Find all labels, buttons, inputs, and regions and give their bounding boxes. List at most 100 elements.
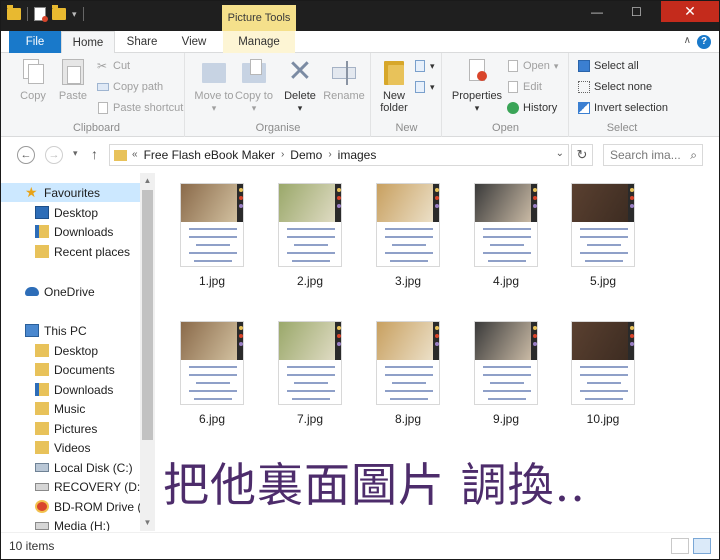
nav-item-downloads[interactable]: Downloads [1, 222, 141, 241]
clipboard-group-label: Clipboard [72, 122, 121, 134]
address-history-dropdown[interactable]: ⌄ [556, 148, 564, 159]
move-to-button[interactable]: Move to ▾ [194, 57, 234, 114]
nav-item-music[interactable]: Music [1, 399, 141, 418]
large-icons-view-button[interactable] [693, 538, 711, 554]
breadcrumb-separator-icon[interactable]: › [281, 145, 284, 165]
file-name: 3.jpg [394, 274, 422, 288]
file-item[interactable]: 8.jpg [368, 321, 448, 426]
forward-button[interactable]: → [45, 146, 63, 164]
history-icon [507, 102, 519, 114]
tab-manage[interactable]: Manage [223, 31, 295, 53]
file-item[interactable]: 9.jpg [466, 321, 546, 426]
address-bar[interactable]: « Free Flash eBook Maker › Demo › images… [109, 144, 569, 166]
up-button[interactable]: ↑ [91, 146, 98, 162]
nav-item-pc-downloads[interactable]: Downloads [1, 380, 141, 399]
customize-qat-icon[interactable]: ▾ [72, 9, 77, 20]
breadcrumb-item[interactable]: Free Flash eBook Maker [144, 145, 275, 165]
scroll-down-icon[interactable]: ▼ [140, 515, 155, 531]
delete-button[interactable]: ✕ Delete ▾ [280, 57, 320, 114]
tab-share[interactable]: Share [117, 31, 167, 53]
image-thumbnail [180, 321, 244, 405]
bd-rom-icon [35, 500, 49, 513]
rename-button[interactable]: Rename [322, 57, 366, 102]
tab-view[interactable]: View [169, 31, 219, 53]
file-item[interactable]: 1.jpg [172, 183, 252, 288]
select-group-label: Select [606, 122, 638, 134]
nav-item-pc-desktop[interactable]: Desktop [1, 341, 141, 360]
edit-button[interactable]: Edit [507, 78, 542, 96]
quick-access-toolbar: ▾ [7, 5, 84, 22]
nav-item-media-h[interactable]: Media (H:) [1, 516, 141, 531]
new-folder-qat-icon[interactable] [52, 5, 66, 20]
nav-item-documents[interactable]: Documents [1, 360, 141, 379]
ribbon: Copy Paste ✂ Cut Copy path Paste shortcu… [1, 53, 719, 137]
paste-button[interactable]: Paste [53, 57, 93, 102]
nav-item-favourites[interactable]: ★ Favourites [1, 183, 141, 202]
help-icon[interactable]: ? [697, 35, 711, 49]
nav-item-recent-places[interactable]: Recent places [1, 242, 141, 261]
organise-group: Move to ▾ Copy to ▾ ✕ Delete ▾ Rename Or… [186, 53, 371, 137]
breadcrumb-item[interactable]: images [338, 145, 377, 165]
status-bar: 10 items [1, 532, 719, 559]
refresh-button[interactable]: ↻ [571, 144, 593, 166]
nav-item-desktop[interactable]: Desktop [1, 203, 141, 222]
nav-item-this-pc[interactable]: This PC [1, 321, 141, 340]
copy-path-button[interactable]: Copy path [97, 78, 163, 96]
new-folder-button[interactable]: New folder [374, 57, 414, 114]
clipboard-group: Copy Paste ✂ Cut Copy path Paste shortcu… [9, 53, 185, 137]
tab-home[interactable]: Home [61, 31, 115, 54]
file-item[interactable]: 7.jpg [270, 321, 350, 426]
breadcrumb-overflow[interactable]: « [132, 145, 138, 165]
breadcrumb-item[interactable]: Demo [290, 145, 322, 165]
file-item[interactable]: 10.jpg [563, 321, 643, 426]
scroll-up-icon[interactable]: ▲ [140, 173, 155, 189]
search-input[interactable]: Search ima... ⌕ [603, 144, 703, 166]
image-thumbnail [376, 321, 440, 405]
copy-button[interactable]: Copy [13, 57, 53, 102]
select-none-button[interactable]: Select none [578, 78, 652, 96]
file-item[interactable]: 3.jpg [368, 183, 448, 288]
file-name: 9.jpg [492, 412, 520, 426]
nav-item-local-disk-c[interactable]: Local Disk (C:) [1, 458, 141, 477]
videos-icon [35, 441, 49, 454]
local-disk-icon [35, 463, 49, 472]
breadcrumb-separator-icon[interactable]: › [328, 145, 331, 165]
nav-item-bd-rom-f[interactable]: BD-ROM Drive (F [1, 497, 141, 516]
open-icon [507, 60, 519, 72]
search-placeholder: Search ima... [610, 148, 681, 162]
copy-to-button[interactable]: Copy to ▾ [234, 57, 274, 114]
paste-shortcut-button[interactable]: Paste shortcut [97, 99, 183, 117]
file-item[interactable]: 6.jpg [172, 321, 252, 426]
close-button[interactable]: ✕ [661, 1, 719, 22]
nav-item-pictures[interactable]: Pictures [1, 419, 141, 438]
back-button[interactable]: ← [17, 146, 35, 164]
select-all-button[interactable]: Select all [578, 57, 639, 75]
easy-access-button[interactable]: ▾ [414, 78, 435, 96]
scroll-thumb[interactable] [142, 190, 153, 440]
new-group-label: New [395, 122, 418, 134]
maximize-button[interactable]: ☐ [631, 5, 642, 19]
minimize-button[interactable]: — [591, 5, 603, 19]
tab-file[interactable]: File [9, 31, 61, 53]
nav-item-onedrive[interactable]: OneDrive [1, 282, 141, 301]
open-group-label: Open [492, 122, 519, 134]
properties-qat-icon[interactable] [34, 7, 48, 22]
file-item[interactable]: 5.jpg [563, 183, 643, 288]
file-item[interactable]: 4.jpg [466, 183, 546, 288]
copy-path-icon [97, 81, 109, 93]
nav-item-recovery-d[interactable]: RECOVERY (D:) [1, 477, 141, 496]
open-button[interactable]: Open ▾ [507, 57, 558, 75]
new-item-button[interactable]: ▾ [414, 57, 435, 75]
recent-locations-dropdown[interactable]: ▾ [73, 148, 78, 159]
drive-icon [35, 521, 49, 530]
collapse-ribbon-icon[interactable]: ∧ [684, 35, 691, 46]
cut-button[interactable]: ✂ Cut [97, 57, 130, 75]
select-none-icon [578, 81, 590, 93]
invert-selection-button[interactable]: Invert selection [578, 99, 668, 117]
nav-item-videos[interactable]: Videos [1, 438, 141, 457]
properties-button[interactable]: Properties ▾ [449, 57, 505, 114]
details-view-button[interactable] [671, 538, 689, 554]
file-item[interactable]: 2.jpg [270, 183, 350, 288]
history-button[interactable]: History [507, 99, 557, 117]
nav-scrollbar[interactable]: ▲ ▼ [140, 173, 155, 531]
